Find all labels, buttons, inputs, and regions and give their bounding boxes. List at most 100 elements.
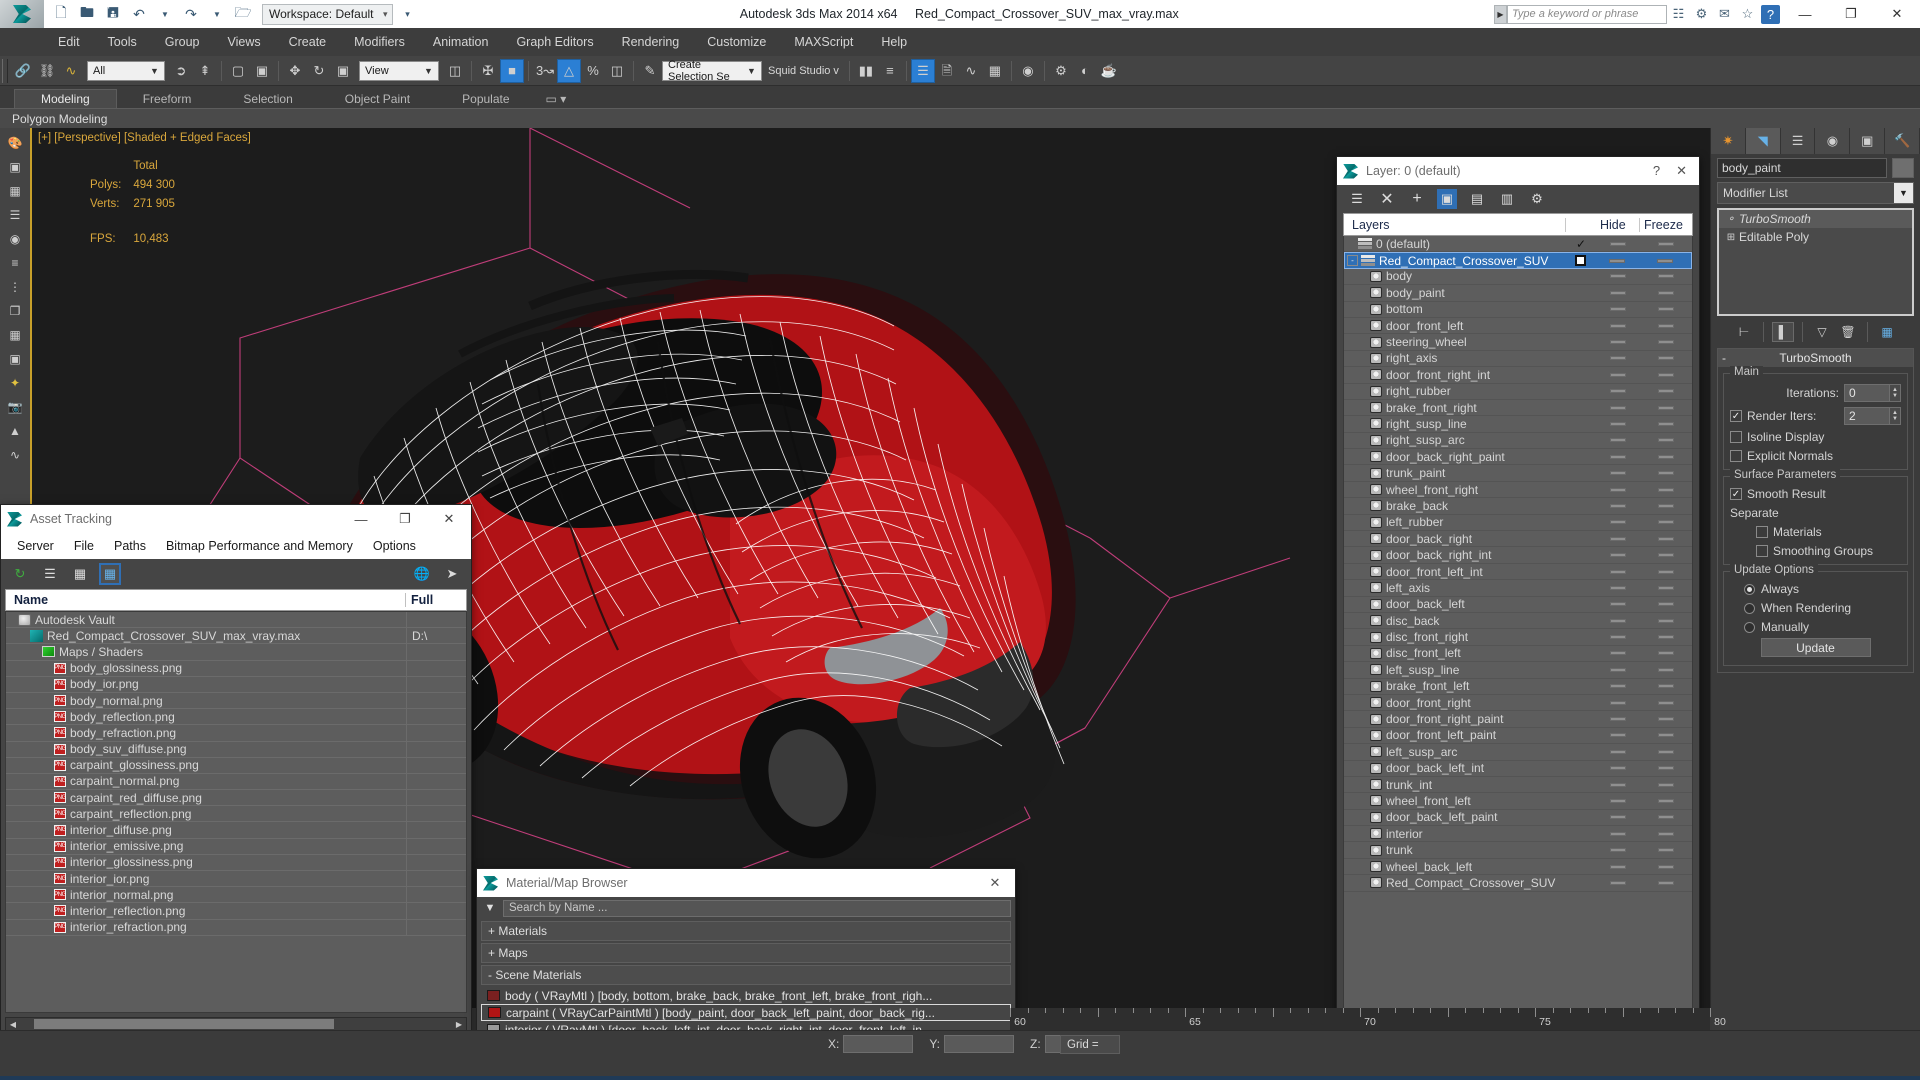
layer-row[interactable]: steering_wheel (1344, 334, 1692, 351)
app-logo[interactable] (0, 0, 44, 28)
modifier-stack-item-editable-poly[interactable]: ⊞ Editable Poly (1719, 228, 1912, 246)
light-icon[interactable]: ✦ (3, 372, 27, 394)
pin-stack-icon[interactable]: ⊢ (1733, 322, 1755, 342)
isoline-display-row[interactable]: Isoline Display (1730, 430, 1901, 444)
maximize-button[interactable]: ❐ (1828, 0, 1874, 28)
layer-row[interactable]: door_front_left_int (1344, 564, 1692, 581)
space-warp-icon[interactable]: ∿ (3, 444, 27, 466)
layer-name-cell[interactable]: brake_front_right (1344, 401, 1566, 415)
layer-hide-cell[interactable] (1596, 635, 1640, 640)
menu-item-modifiers[interactable]: Modifiers (340, 28, 419, 56)
keyboard-shortcut-override-icon[interactable]: ■ (500, 58, 524, 83)
layer-name-cell[interactable]: Red_Compact_Crossover_SUV (1344, 876, 1566, 890)
help-icon[interactable]: ? (1761, 4, 1780, 24)
asset-menu-options[interactable]: Options (363, 539, 426, 553)
ribbon-tab-object-paint[interactable]: Object Paint (319, 90, 436, 108)
menu-item-edit[interactable]: Edit (44, 28, 94, 56)
layer-hide-cell[interactable] (1596, 340, 1640, 345)
asset-row[interactable]: PNG interior_normal.png (6, 887, 466, 904)
layer-row[interactable]: trunk_int (1344, 777, 1692, 794)
update-when-rendering-row[interactable]: When Rendering (1730, 601, 1901, 615)
asset-horizontal-scrollbar[interactable]: ◀ ▶ (5, 1017, 467, 1031)
menu-item-animation[interactable]: Animation (419, 28, 503, 56)
select-by-name-icon[interactable]: ⇞ (193, 59, 217, 83)
modifier-list-combo[interactable]: Modifier List ▼ (1717, 182, 1914, 204)
rollout-collapse-icon[interactable]: - (1722, 351, 1726, 365)
isoline-display-checkbox[interactable] (1730, 431, 1742, 443)
update-always-radio[interactable] (1744, 583, 1755, 595)
window-crossing-left-icon[interactable]: ▣ (3, 156, 27, 178)
layer-hide-cell[interactable] (1596, 520, 1640, 525)
asset-row[interactable]: PNG interior_refraction.png (6, 919, 466, 936)
update-manually-radio[interactable] (1744, 621, 1755, 633)
layer-row[interactable]: disc_front_right (1344, 629, 1692, 646)
layer-name-cell[interactable]: door_front_right_int (1344, 368, 1566, 382)
asset-name-cell[interactable]: PNG body_ior.png (6, 677, 406, 691)
workspace-selector[interactable]: Workspace: Default (262, 3, 393, 25)
asset-minimize-button[interactable]: — (339, 505, 383, 533)
infocenter-icon[interactable]: ☷ (1669, 5, 1688, 24)
layer-freeze-cell[interactable] (1640, 323, 1692, 328)
layer-row[interactable]: door_front_right (1344, 695, 1692, 712)
materials-checkbox[interactable] (1756, 526, 1768, 538)
asset-name-cell[interactable]: PNG body_suv_diffuse.png (6, 742, 406, 756)
ribbon-tab-modeling[interactable]: Modeling (14, 89, 117, 108)
scene-explorer-icon[interactable]: 🗎 (935, 59, 959, 83)
layer-freeze-cell[interactable] (1640, 290, 1692, 295)
layer-hide-cell[interactable] (1596, 798, 1640, 803)
camera-icon[interactable]: 📷 (3, 396, 27, 418)
asset-row[interactable]: Autodesk Vault (6, 612, 466, 629)
asset-name-cell[interactable]: PNG body_normal.png (6, 694, 406, 708)
layer-hide-cell[interactable] (1596, 274, 1640, 279)
layer-name-cell[interactable]: door_back_right_paint (1344, 450, 1566, 464)
hierarchy-icon[interactable]: ☰ (1781, 128, 1816, 154)
layer-row[interactable]: bottom (1344, 302, 1692, 318)
layer-freeze-cell[interactable] (1640, 602, 1692, 607)
asset-row[interactable]: PNG body_normal.png (6, 692, 466, 710)
update-manually-row[interactable]: Manually (1730, 620, 1901, 634)
layer-row[interactable]: brake_back (1344, 498, 1692, 515)
layer-name-cell[interactable]: door_back_right_int (1344, 548, 1566, 562)
select-object-icon[interactable]: ➲ (169, 59, 193, 83)
layer-row[interactable]: interior (1344, 826, 1692, 843)
layer-hide-cell[interactable] (1596, 536, 1640, 541)
communication-icon[interactable]: ✉ (1715, 5, 1734, 24)
add-selection-icon[interactable]: ▥ (1497, 189, 1517, 209)
undo-dropdown-icon[interactable]: ▼ (154, 3, 176, 25)
turbosmooth-rollout-header[interactable]: - TurboSmooth (1718, 349, 1913, 367)
maps-group-header[interactable]: + Maps (481, 943, 1011, 963)
layer-row[interactable]: disc_back (1344, 613, 1692, 630)
layer-freeze-cell[interactable] (1640, 438, 1692, 443)
layer-name-cell[interactable]: right_rubber (1344, 384, 1566, 398)
asset-row[interactable]: PNG body_glossiness.png (6, 660, 466, 677)
layer-freeze-cell[interactable] (1640, 717, 1692, 722)
explicit-normals-checkbox[interactable] (1730, 450, 1742, 462)
layer-row[interactable]: right_susp_arc (1344, 433, 1692, 450)
asset-close-button[interactable]: ✕ (427, 505, 471, 533)
layer-row[interactable]: door_back_right (1344, 531, 1692, 548)
menu-item-views[interactable]: Views (213, 28, 274, 56)
menu-item-help[interactable]: Help (867, 28, 921, 56)
create-icon[interactable]: ✷ (1711, 128, 1746, 154)
iterations-spinner[interactable]: ▲ ▼ (1890, 384, 1901, 402)
layer-hide-cell[interactable] (1596, 290, 1640, 295)
grid-view-icon[interactable]: ▦ (99, 563, 121, 585)
schematic-view-icon[interactable]: ▦ (983, 59, 1007, 83)
redo-icon[interactable]: ↷ (180, 3, 202, 25)
layer-name-cell[interactable]: door_back_right (1344, 532, 1566, 546)
layer-hide-cell[interactable] (1596, 471, 1640, 476)
layer-name-cell[interactable]: left_rubber (1344, 515, 1566, 529)
layer-visibility-cell[interactable]: ✓ (1566, 237, 1596, 251)
layer-hide-cell[interactable] (1596, 782, 1640, 787)
layer-name-cell[interactable]: trunk_int (1344, 778, 1566, 792)
layer-row[interactable]: - Red_Compact_Crossover_SUV (1344, 252, 1692, 269)
layer-freeze-cell[interactable] (1640, 782, 1692, 787)
hide-column-header[interactable]: Hide (1596, 217, 1640, 232)
favorites-icon[interactable]: ☆ (1738, 5, 1757, 24)
layer-row[interactable]: left_susp_line (1344, 662, 1692, 679)
layer-name-cell[interactable]: door_front_left (1344, 319, 1566, 333)
scroll-left-icon[interactable]: ◀ (6, 1018, 20, 1030)
align-left-icon[interactable]: ≡ (3, 252, 27, 274)
help-globe-icon[interactable]: 🌐 (411, 563, 433, 585)
smooth-result-checkbox[interactable]: ✓ (1730, 488, 1742, 500)
